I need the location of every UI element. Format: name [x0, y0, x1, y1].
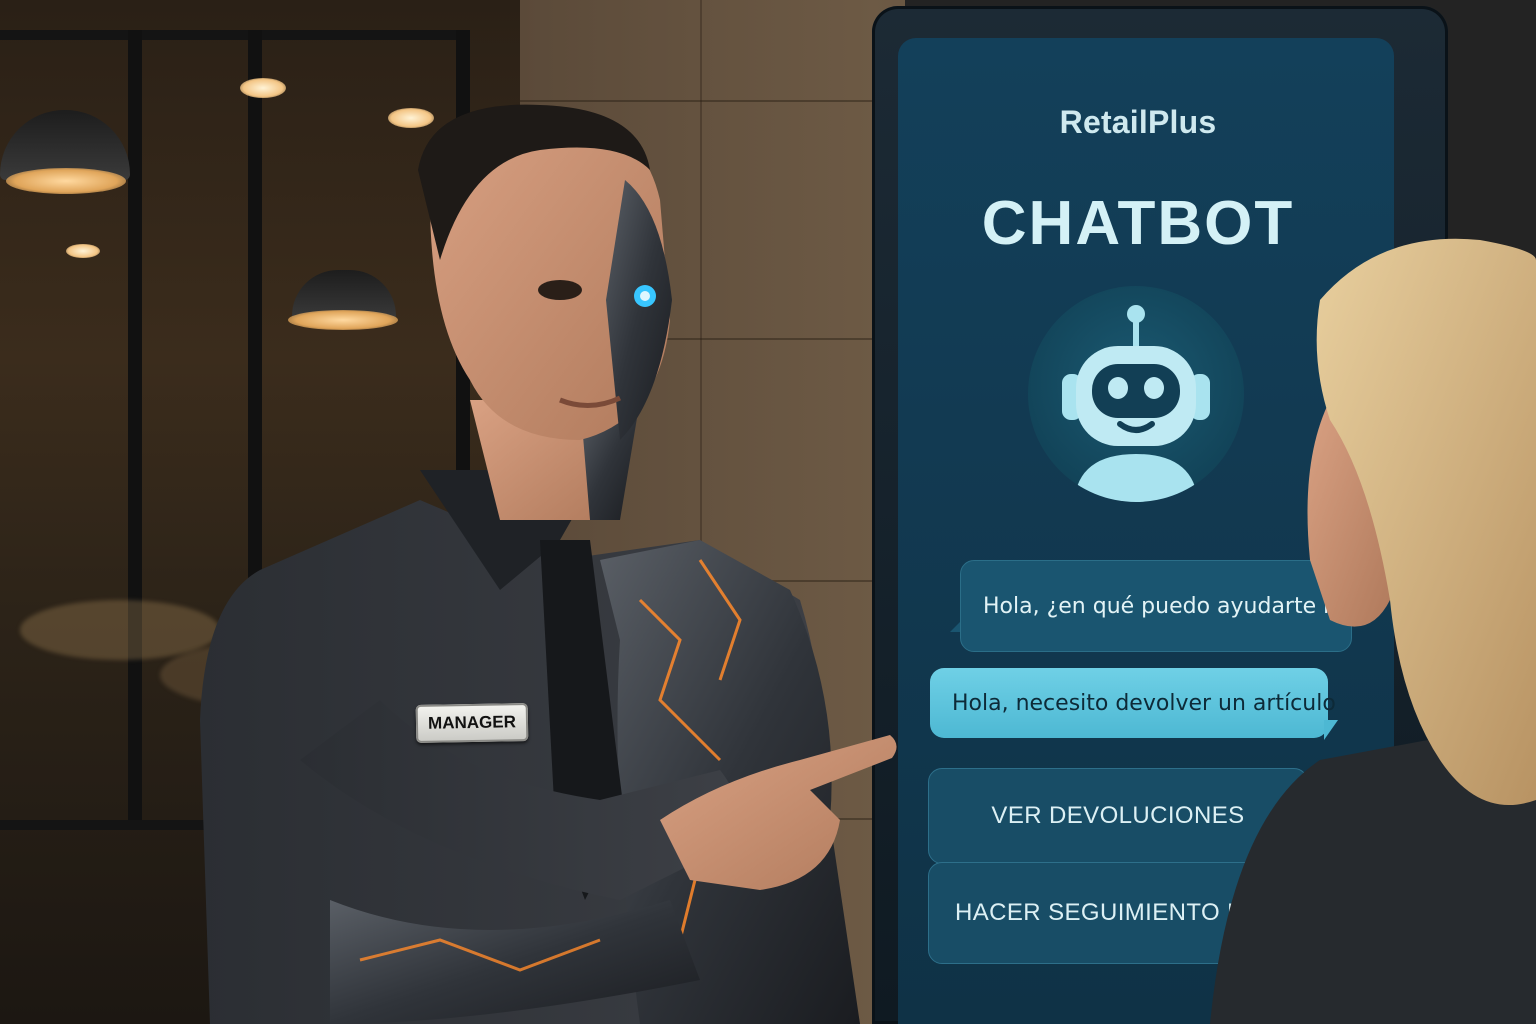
manager-name-badge: MANAGER [415, 703, 529, 743]
figure-layer [200, 104, 1536, 1024]
badge-text: MANAGER [427, 712, 517, 733]
customer-person [1210, 238, 1536, 1024]
photo-scene: RetailPlus CHATBOT Hola, ¿en qué puedo a… [0, 0, 1536, 1024]
manager-person [200, 104, 897, 1024]
